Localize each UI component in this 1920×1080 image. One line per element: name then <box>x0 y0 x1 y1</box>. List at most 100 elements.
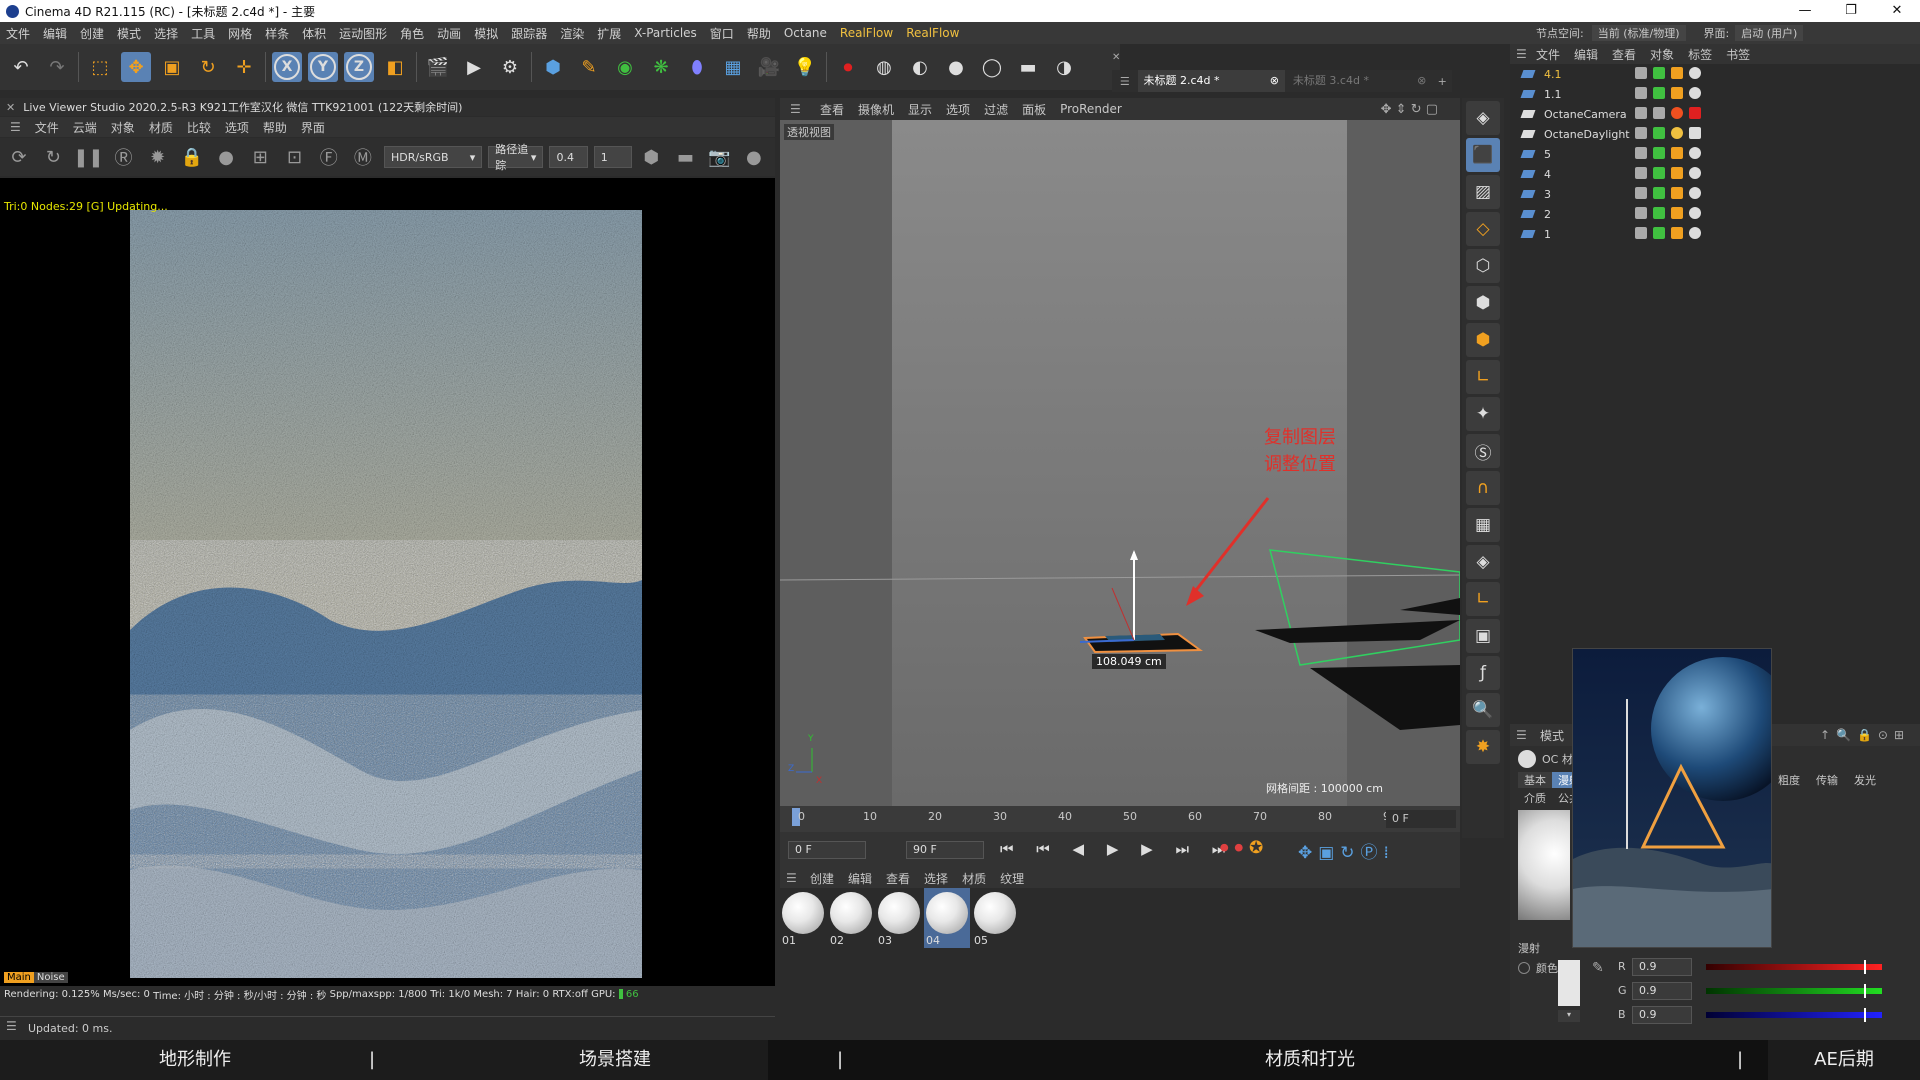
lv-menu-help[interactable]: 帮助 <box>263 119 287 136</box>
r-slider-handle[interactable] <box>1864 960 1867 974</box>
perspective-viewport[interactable]: 透视视图 108.049 cm 网格间距 : 100000 cm 复制图层 调整… <box>780 120 1460 806</box>
color-mode-dropdown[interactable]: HDR/sRGB ▾ <box>384 146 483 168</box>
doc-tab-1[interactable]: 未标题 2.c4d * ⊗ <box>1137 70 1285 92</box>
settings-gear-icon[interactable]: ✹ <box>145 143 171 171</box>
viewport-close-icon[interactable]: ✕ <box>1112 52 1120 63</box>
floor-icon[interactable]: ▦ <box>718 52 748 82</box>
main-pass-label[interactable]: Main <box>4 972 34 983</box>
viewport-nav-icons[interactable]: ✥ ⇕ ↻ ▢ <box>1381 102 1438 117</box>
octane-glossy-icon[interactable]: ● <box>941 52 971 82</box>
tab-roughness[interactable]: 粗度 <box>1770 772 1808 788</box>
script-icon[interactable]: ƒ <box>1466 656 1500 690</box>
lv-menu-objects[interactable]: 对象 <box>111 119 135 136</box>
material-item[interactable]: 05 <box>972 888 1018 948</box>
lv-menu-options[interactable]: 选项 <box>225 119 249 136</box>
value-stepper-2[interactable]: 1 <box>593 146 633 168</box>
channel-icon[interactable]: ⬢ <box>638 143 664 171</box>
attr-nav-icons[interactable]: ↑🔍🔒⊙⊞ <box>1820 728 1910 742</box>
send-scene-icon[interactable]: ⟳ <box>6 143 32 171</box>
rotate-icon[interactable]: ↻ <box>193 52 223 82</box>
lv-menu-materials[interactable]: 材质 <box>149 119 173 136</box>
object-row[interactable]: 5 <box>1510 144 1920 164</box>
scale-icon[interactable]: ▣ <box>157 52 187 82</box>
menu-realflow-1[interactable]: RealFlow <box>840 26 893 40</box>
lv-menu-file[interactable]: 文件 <box>35 119 59 136</box>
doc-tab-1-close-icon[interactable]: ⊗ <box>1270 70 1279 92</box>
value-stepper-1[interactable]: 0.4 <box>549 146 588 168</box>
axis-z-lock-icon[interactable]: Z <box>344 52 374 82</box>
start-frame-field[interactable]: 0 F <box>788 841 866 859</box>
color-swatch[interactable] <box>1558 960 1580 1006</box>
object-row[interactable]: 4 <box>1510 164 1920 184</box>
menu-mograph[interactable]: 运动图形 <box>339 25 387 42</box>
mat-menu-edit[interactable]: 编辑 <box>848 870 872 887</box>
vp-menu-camera[interactable]: 摄像机 <box>858 101 894 118</box>
menu-volume[interactable]: 体积 <box>302 25 326 42</box>
menu-animate[interactable]: 动画 <box>437 25 461 42</box>
vp-menu-display[interactable]: 显示 <box>908 101 932 118</box>
menu-render[interactable]: 渲染 <box>560 25 584 42</box>
octane-mix-icon[interactable]: ◍ <box>869 52 899 82</box>
polygons-mode-icon[interactable]: ⬢ <box>1466 323 1500 357</box>
object-menu-icon[interactable]: ☰ <box>1516 47 1527 61</box>
r-slider[interactable] <box>1706 964 1882 970</box>
object-row[interactable]: 2 <box>1510 204 1920 224</box>
key-mode-icons[interactable]: ✥▣↻Ⓟ⁞ <box>1298 838 1395 863</box>
menu-mesh[interactable]: 网格 <box>228 25 252 42</box>
redo-icon[interactable]: ↷ <box>42 52 72 82</box>
object-row[interactable]: 1.1 <box>1510 84 1920 104</box>
material-item[interactable]: 01 <box>780 888 826 948</box>
image-viewer-icon[interactable]: ▣ <box>1466 619 1500 653</box>
mat-menu-texture[interactable]: 纹理 <box>1000 870 1024 887</box>
menu-spline[interactable]: 样条 <box>265 25 289 42</box>
mat-menu-view[interactable]: 查看 <box>886 870 910 887</box>
mat-menu-create[interactable]: 创建 <box>810 870 834 887</box>
macro-icon[interactable]: Ⓜ <box>350 143 376 171</box>
tweak-mode-icon[interactable]: ✦ <box>1466 397 1500 431</box>
material-item[interactable]: 02 <box>828 888 874 948</box>
tab-transmission[interactable]: 传输 <box>1808 772 1846 788</box>
tab-medium[interactable]: 介质 <box>1518 790 1552 806</box>
tab-emission[interactable]: 发光 <box>1846 772 1884 788</box>
menu-octane[interactable]: Octane <box>784 26 827 40</box>
object-row[interactable]: 3 <box>1510 184 1920 204</box>
viewport-view-label[interactable]: 透视视图 <box>784 124 834 140</box>
menu-simulate[interactable]: 模拟 <box>474 25 498 42</box>
vp-menu-view[interactable]: 查看 <box>820 101 844 118</box>
om-menu-bookmarks[interactable]: 书签 <box>1726 46 1750 63</box>
menu-mode[interactable]: 模式 <box>117 25 141 42</box>
object-row[interactable]: OctaneCamera <box>1510 104 1920 124</box>
solo-icon[interactable]: Ⓢ <box>1466 434 1500 468</box>
mat-menu-material[interactable]: 材质 <box>962 870 986 887</box>
recent-tools-icon[interactable]: ✛ <box>229 52 259 82</box>
timeline-ruler[interactable]: 0102030405060708090 0 F <box>780 806 1460 832</box>
menu-tools[interactable]: 工具 <box>191 25 215 42</box>
undo-icon[interactable]: ↶ <box>6 52 36 82</box>
vp-menu-filter[interactable]: 过滤 <box>984 101 1008 118</box>
minimize-button[interactable]: — <box>1782 0 1828 22</box>
stop-icon[interactable]: ● <box>741 143 767 171</box>
menu-xparticles[interactable]: X-Particles <box>634 26 697 40</box>
close-button[interactable]: ✕ <box>1874 0 1920 22</box>
vp-menu-prorender[interactable]: ProRender <box>1060 102 1122 116</box>
b-slider-handle[interactable] <box>1864 1008 1867 1022</box>
color-radio[interactable] <box>1518 962 1530 974</box>
material-tag-icon[interactable] <box>1689 147 1701 159</box>
axis-x-lock-icon[interactable]: X <box>272 52 302 82</box>
material-tag-icon[interactable] <box>1689 187 1701 199</box>
cube-icon[interactable]: ⬢ <box>538 52 568 82</box>
render-view-icon[interactable]: 🎬 <box>423 52 453 82</box>
vp-menu-panel[interactable]: 面板 <box>1022 101 1046 118</box>
pick-material-icon[interactable]: ⊡ <box>281 143 307 171</box>
attribute-menu-icon[interactable]: ☰ <box>1516 728 1527 742</box>
render-picture-viewer-icon[interactable]: ▶ <box>459 52 489 82</box>
lv-menu-interface[interactable]: 界面 <box>301 119 325 136</box>
octane-area-light-icon[interactable]: ▬ <box>1013 52 1043 82</box>
octane-hdri-icon[interactable]: ◑ <box>1049 52 1079 82</box>
om-menu-tags[interactable]: 标签 <box>1688 46 1712 63</box>
focus-icon[interactable]: Ⓕ <box>316 143 342 171</box>
om-menu-object[interactable]: 对象 <box>1650 46 1674 63</box>
live-viewer-close-icon[interactable]: ✕ <box>6 101 15 114</box>
eyedropper-icon[interactable]: ✎ <box>1592 960 1604 976</box>
menu-character[interactable]: 角色 <box>400 25 424 42</box>
